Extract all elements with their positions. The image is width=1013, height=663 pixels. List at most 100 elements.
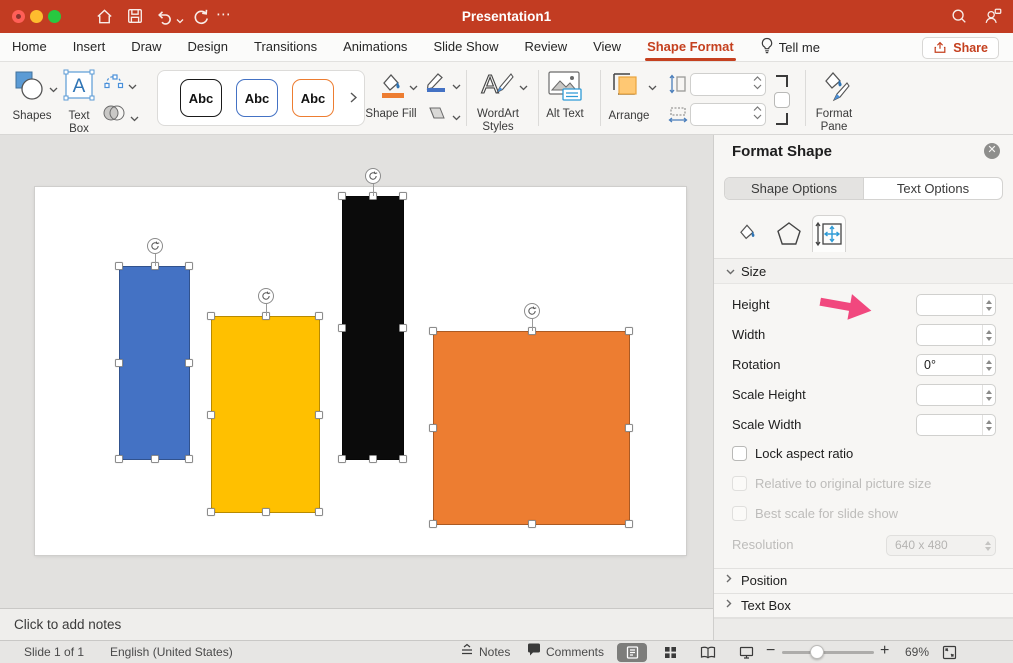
selection-handle[interactable] [207,411,215,419]
shapes-icon[interactable] [14,71,46,104]
shape-fill-chevron-icon[interactable] [409,79,418,94]
tell-me-button[interactable]: Tell me [760,37,820,57]
slide-show-button[interactable] [731,643,761,662]
tab-shape-options[interactable]: Shape Options [725,178,864,199]
ribbon-width-input[interactable] [690,103,766,126]
text-box-icon[interactable]: A [63,69,95,104]
share-button[interactable]: Share [922,37,999,59]
zoom-out-button[interactable]: − [766,640,775,662]
selection-handle[interactable] [115,455,123,463]
alt-text-label[interactable]: Alt Text [544,108,586,121]
rotation-handle[interactable] [258,288,274,304]
wordart-chevron-icon[interactable] [519,79,528,94]
rotation-handle[interactable] [147,238,163,254]
selection-handle[interactable] [399,455,407,463]
selection-handle[interactable] [315,312,323,320]
selection-handle[interactable] [185,359,193,367]
selection-handle[interactable] [369,455,377,463]
selection-handle[interactable] [338,455,346,463]
selection-handle[interactable] [115,359,123,367]
text-box-label[interactable]: Text Box [60,110,98,136]
notes-toggle[interactable]: Notes [460,641,510,663]
arrange-chevron-icon[interactable] [648,79,657,94]
selection-handle[interactable] [207,508,215,516]
tab-view[interactable]: View [593,33,621,62]
fit-slide-to-window-icon[interactable] [942,645,957,663]
shape-fill-label[interactable]: Shape Fill [362,108,420,121]
merge-shapes-chevron-icon[interactable] [130,110,139,125]
close-pane-icon[interactable]: ✕ [984,143,1000,159]
ribbon-height-input[interactable] [690,73,766,96]
lock-aspect-ratio-checkbox[interactable] [732,446,747,461]
selection-handle[interactable] [185,262,193,270]
position-section-header[interactable]: Position [714,568,1013,593]
rotation-handle[interactable] [365,168,381,184]
edit-shape-icon[interactable] [104,73,124,92]
zoom-slider-knob[interactable] [810,645,824,659]
selection-handle[interactable] [625,520,633,528]
shape-style-black[interactable]: Abc [180,79,222,117]
scale-height-stepper[interactable] [982,385,995,405]
tab-text-options[interactable]: Text Options [864,178,1002,199]
zoom-in-button[interactable]: + [880,640,889,662]
selection-handle[interactable] [429,424,437,432]
zoom-level[interactable]: 69% [905,641,929,663]
wordart-styles-label[interactable]: WordArt Styles [462,108,534,134]
shape-effects-chevron-icon[interactable] [452,109,461,124]
zoom-slider[interactable] [782,651,874,654]
selection-handle[interactable] [625,327,633,335]
account-presence-icon[interactable] [983,7,1003,29]
width-input[interactable] [916,324,996,346]
shapes-dropdown-chevron-icon[interactable] [49,81,58,96]
selection-handle[interactable] [399,324,407,332]
selection-handle[interactable] [528,520,536,528]
shape-fill-icon[interactable] [376,70,406,103]
selection-handle[interactable] [338,324,346,332]
format-pane-label[interactable]: Format Pane [805,108,863,134]
effects-tab-icon[interactable] [772,215,806,252]
selection-handle[interactable] [315,411,323,419]
fill-line-tab-icon[interactable] [730,215,764,252]
height-stepper[interactable] [982,295,995,315]
tab-draw[interactable]: Draw [131,33,161,62]
selection-handle[interactable] [625,424,633,432]
ribbon-lock-aspect-checkbox[interactable] [774,92,790,108]
shape-outline-chevron-icon[interactable] [452,78,461,93]
wordart-styles-icon[interactable]: A [478,69,516,104]
scale-height-input[interactable] [916,384,996,406]
selection-handle[interactable] [185,455,193,463]
search-icon[interactable] [950,7,968,28]
size-properties-tab-icon[interactable] [812,215,846,252]
yellow-rectangle-shape[interactable] [211,316,320,513]
slide-canvas[interactable] [35,187,686,555]
normal-view-button[interactable] [617,643,647,662]
text-box-section-header[interactable]: Text Box [714,593,1013,618]
tab-transitions[interactable]: Transitions [254,33,317,62]
arrange-icon[interactable] [610,70,644,105]
slide-sorter-view-button[interactable] [655,643,685,662]
language-indicator[interactable]: English (United States) [110,641,233,663]
tab-insert[interactable]: Insert [73,33,106,62]
height-input[interactable] [916,294,996,316]
selection-handle[interactable] [151,455,159,463]
shape-outline-icon[interactable] [424,71,448,96]
comments-toggle[interactable]: Comments [527,641,604,663]
selection-handle[interactable] [262,508,270,516]
scale-width-input[interactable] [916,414,996,436]
black-rectangle-shape[interactable] [342,196,404,460]
scale-width-stepper[interactable] [982,415,995,435]
arrange-label[interactable]: Arrange [600,110,658,123]
edit-shape-chevron-icon[interactable] [128,78,137,93]
shape-style-orange[interactable]: Abc [292,79,334,117]
format-pane-icon[interactable] [818,69,852,106]
rotation-handle[interactable] [524,303,540,319]
width-stepper[interactable] [982,325,995,345]
gallery-more-icon[interactable] [350,91,357,106]
size-section-header[interactable]: Size [714,258,1013,284]
alt-text-icon[interactable] [546,70,584,105]
reading-view-button[interactable] [693,643,723,662]
selection-handle[interactable] [115,262,123,270]
notes-pane[interactable]: Click to add notes [0,608,713,640]
tab-review[interactable]: Review [524,33,567,62]
selection-handle[interactable] [207,312,215,320]
